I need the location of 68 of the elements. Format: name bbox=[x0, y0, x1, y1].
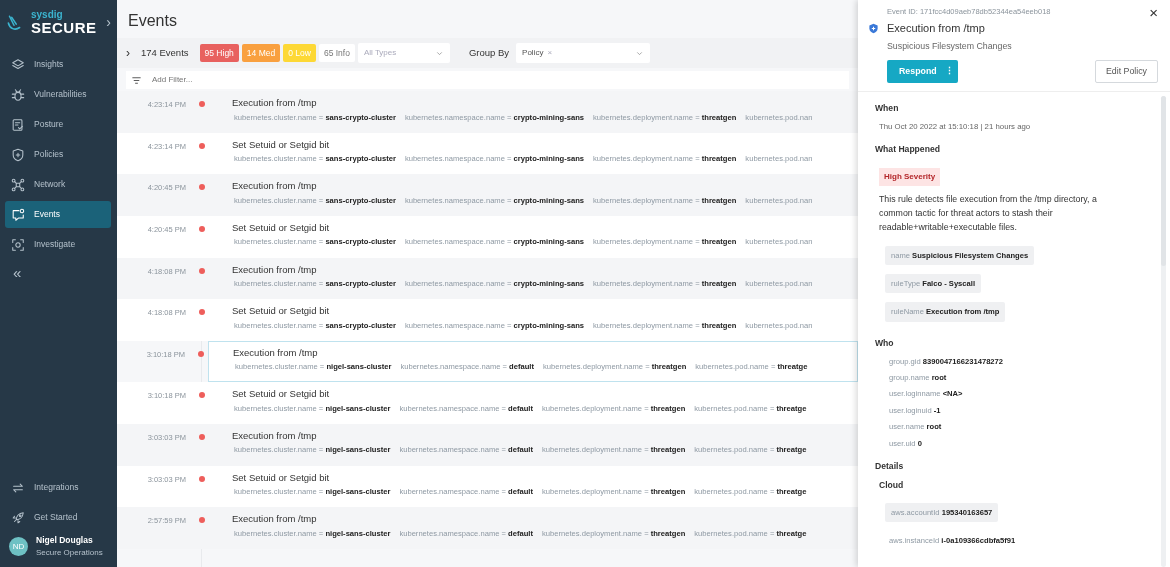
group-by-select[interactable]: Policy × bbox=[516, 43, 651, 64]
severity-dot bbox=[199, 433, 205, 440]
sidebar-item[interactable]: Vulnerabilities bbox=[5, 81, 111, 108]
target-icon bbox=[11, 237, 25, 252]
severity-dot bbox=[199, 101, 205, 108]
sidebar-item[interactable]: Get Started bbox=[5, 504, 111, 532]
product-name: SECURE bbox=[31, 20, 97, 35]
event-title: Set Setuid or Setgid bit bbox=[232, 305, 331, 317]
event-title: Execution from /tmp bbox=[232, 513, 318, 525]
swap-arrows-icon bbox=[11, 480, 25, 495]
event-title: Set Setuid or Setgid bit bbox=[232, 388, 331, 400]
event-title: Execution from /tmp bbox=[233, 346, 319, 359]
event-title: Set Setuid or Setgid bit bbox=[232, 471, 331, 483]
group-by-value: Policy bbox=[522, 48, 544, 58]
severity-dot bbox=[198, 350, 204, 357]
expand-button[interactable]: › bbox=[106, 12, 111, 33]
page-title: Events bbox=[127, 11, 178, 31]
severity-dot bbox=[199, 142, 205, 149]
expand-button[interactable]: › bbox=[126, 44, 130, 63]
shield-icon bbox=[11, 147, 25, 162]
sidebar-item[interactable]: Policies bbox=[5, 141, 111, 168]
severity-dot bbox=[199, 267, 205, 274]
layers-icon bbox=[11, 57, 25, 72]
event-title: Execution from /tmp bbox=[232, 180, 318, 192]
section-heading: What Happened bbox=[875, 143, 941, 157]
scrollbar-thumb[interactable] bbox=[1161, 95, 1166, 266]
rocket-icon bbox=[11, 510, 25, 525]
chat-alert-icon bbox=[11, 207, 25, 222]
sidebar-item[interactable]: Posture bbox=[5, 111, 111, 138]
collapse-button[interactable]: « bbox=[5, 265, 25, 280]
severity-dot bbox=[199, 184, 205, 191]
close-button[interactable]: × bbox=[1149, 5, 1158, 20]
event-title: Execution from /tmp bbox=[232, 263, 318, 275]
severity-dot bbox=[199, 392, 205, 399]
edit-policy-button[interactable]: Edit Policy bbox=[1094, 59, 1158, 83]
sidebar-item[interactable]: Integrations bbox=[5, 474, 111, 502]
bug-icon bbox=[11, 87, 25, 102]
event-title: Set Setuid or Setgid bit bbox=[232, 221, 331, 234]
section-heading: When bbox=[875, 101, 900, 115]
severity-dot bbox=[199, 225, 205, 232]
shield-icon bbox=[868, 22, 879, 34]
sidebar-item[interactable]: Events bbox=[5, 201, 111, 228]
rule-description: This rule detects file execution from the /tmp directory, a common tactic for threat actors to stash their readable+writable+executable files. bbox=[879, 193, 1098, 235]
network-icon bbox=[11, 177, 25, 192]
severity-dot bbox=[199, 475, 205, 482]
menu-icon: ⋮ bbox=[944, 65, 954, 76]
event-title: Execution from /tmp bbox=[887, 21, 985, 36]
subsection-heading: Cloud bbox=[879, 478, 905, 492]
brand-name: sysdig bbox=[31, 10, 64, 20]
group-by-label: Group By bbox=[468, 46, 510, 61]
user-name: Nigel Douglas bbox=[36, 534, 94, 547]
event-subtitle: Suspicious Filesystem Changes bbox=[887, 39, 1013, 53]
sidebar-item[interactable]: Insights bbox=[5, 51, 111, 78]
filter-icon bbox=[131, 74, 142, 86]
event-title: Execution from /tmp bbox=[232, 429, 318, 442]
section-heading: Details bbox=[875, 459, 905, 473]
sidebar-item[interactable]: Network bbox=[5, 171, 111, 198]
severity-dot bbox=[199, 517, 205, 524]
event-title: Set Setuid or Setgid bit bbox=[232, 138, 331, 151]
user-role: Secure Operations bbox=[36, 547, 103, 559]
severity-dot bbox=[199, 309, 205, 316]
sidebar-item[interactable]: Investigate bbox=[5, 231, 111, 258]
event-title: Execution from /tmp bbox=[232, 97, 318, 109]
severity-label: High Severity bbox=[879, 168, 941, 187]
section-heading: Who bbox=[875, 336, 895, 350]
checklist-icon bbox=[11, 117, 25, 132]
severity-filter[interactable]: 65 Info bbox=[318, 44, 355, 63]
event-count: 174 Events bbox=[141, 46, 189, 61]
